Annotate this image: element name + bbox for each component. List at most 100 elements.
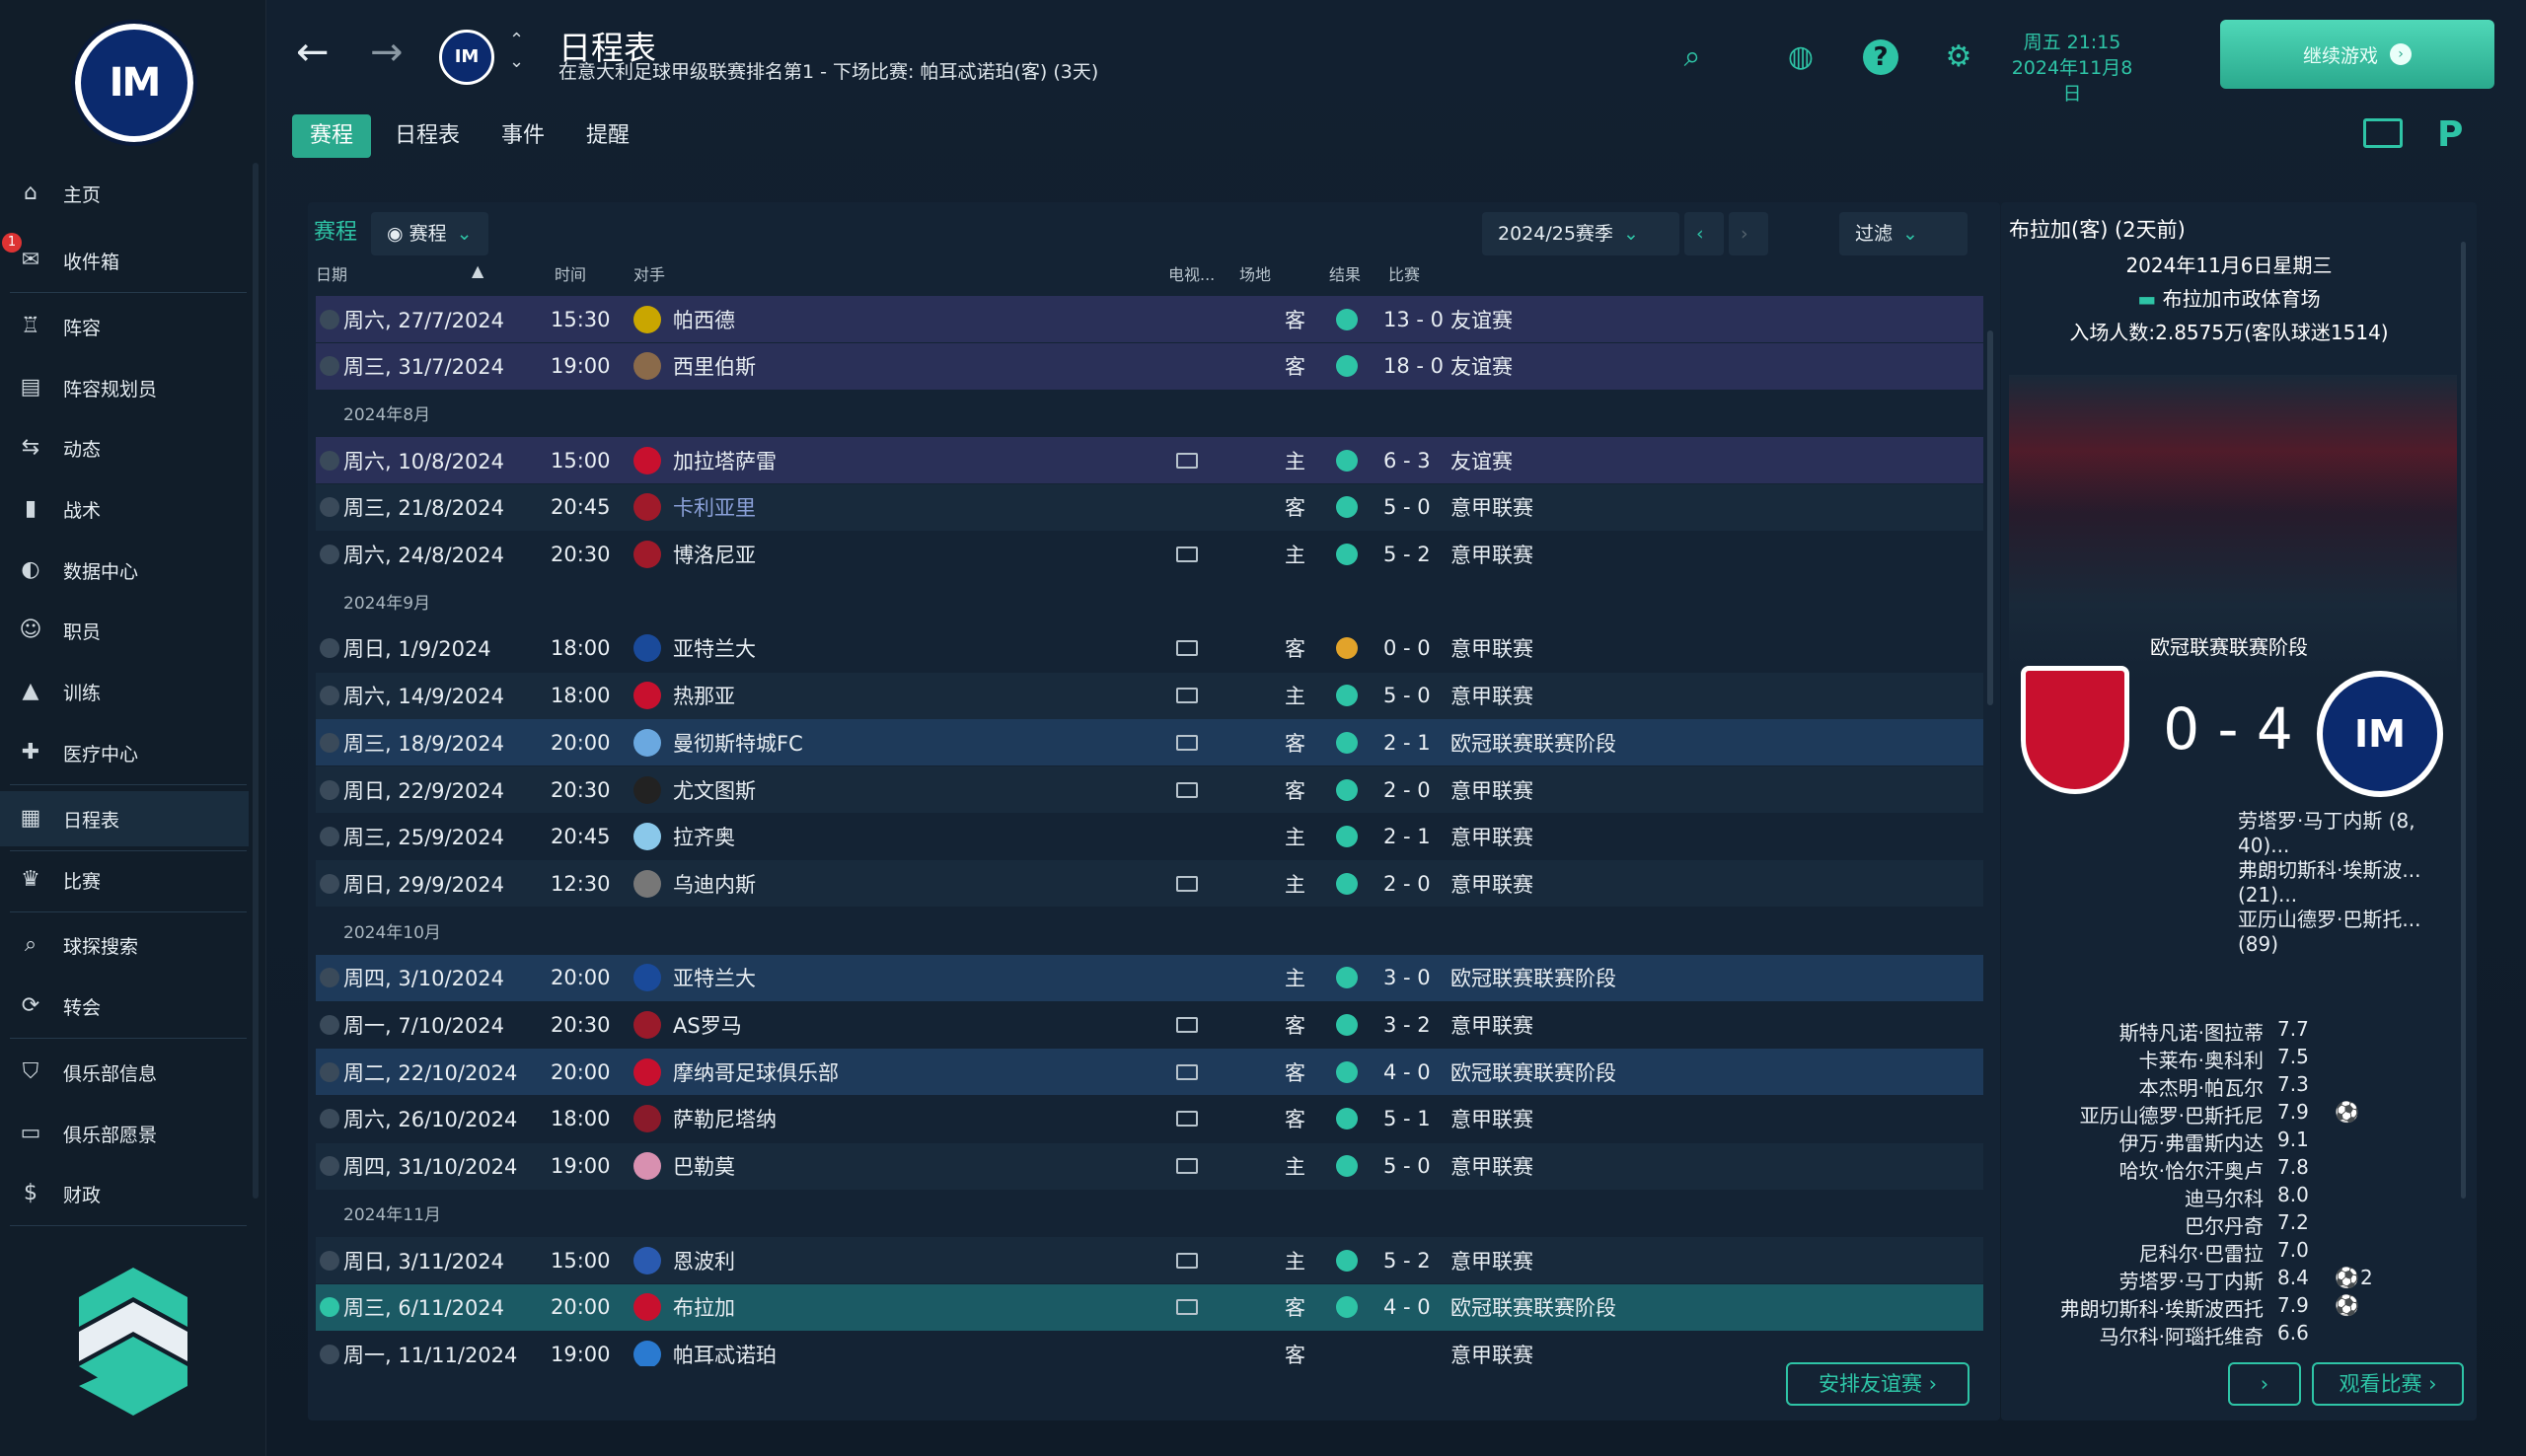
fixture-score[interactable]: 6 - 3 bbox=[1383, 449, 1431, 473]
help-icon[interactable]: ? bbox=[1863, 39, 1898, 75]
fixture-opponent[interactable]: 恩波利 bbox=[673, 1246, 735, 1275]
fixture-opponent[interactable]: 曼彻斯特城FC bbox=[673, 728, 803, 758]
braga-crest-icon[interactable] bbox=[2021, 666, 2129, 794]
sidebar-item-12[interactable]: ⌕ 球探搜索 bbox=[0, 917, 249, 973]
sidebar-item-15[interactable]: ▭ 俱乐部愿景 bbox=[0, 1106, 249, 1161]
arrange-friendly-button[interactable]: 安排友谊赛 › bbox=[1786, 1362, 1969, 1406]
rating-row[interactable]: 哈坎·恰尔汗奥卢 7.8 bbox=[2009, 1155, 2443, 1183]
fixture-competition[interactable]: 意甲联赛 bbox=[1450, 869, 1533, 899]
fixture-score[interactable]: 2 - 0 bbox=[1383, 778, 1431, 802]
fixture-row[interactable]: 周日, 3/11/2024 15:00 恩波利 主 5 - 2 意甲联赛 bbox=[316, 1237, 1983, 1283]
fixtures-scrollbar[interactable] bbox=[1987, 330, 1993, 705]
player-name[interactable]: 卡莱布·奥科利 bbox=[2139, 1045, 2264, 1073]
sidebar-item-8[interactable]: ▲ 训练 bbox=[0, 664, 249, 719]
player-name[interactable]: 哈坎·恰尔汗奥卢 bbox=[2119, 1155, 2264, 1184]
fixture-row[interactable]: 周六, 26/10/2024 18:00 萨勒尼塔纳 客 5 - 1 意甲联赛 bbox=[316, 1096, 1983, 1142]
fixture-competition[interactable]: 友谊赛 bbox=[1450, 305, 1513, 334]
fixture-opponent[interactable]: 萨勒尼塔纳 bbox=[673, 1104, 777, 1133]
prev-season-button[interactable]: ‹ bbox=[1684, 212, 1724, 255]
fixture-score[interactable]: 2 - 1 bbox=[1383, 825, 1431, 848]
fixture-opponent[interactable]: 巴勒莫 bbox=[673, 1151, 735, 1181]
col-venue[interactable]: 场地 bbox=[1239, 261, 1271, 285]
inter-crest-icon[interactable]: IM bbox=[2317, 671, 2443, 797]
sidebar-item-16[interactable]: $ 财政 bbox=[0, 1166, 249, 1221]
tab-3[interactable]: 提醒 bbox=[568, 114, 647, 158]
player-name[interactable]: 伊万·弗雷斯内达 bbox=[2119, 1128, 2264, 1156]
fixture-competition[interactable]: 意甲联赛 bbox=[1450, 775, 1533, 805]
fixture-competition[interactable]: 意甲联赛 bbox=[1450, 822, 1533, 851]
fixture-score[interactable]: 3 - 0 bbox=[1383, 966, 1431, 989]
fixture-competition[interactable]: 意甲联赛 bbox=[1450, 681, 1533, 710]
sidebar-item-11[interactable]: ♛ 比赛 bbox=[0, 852, 249, 908]
fixture-opponent[interactable]: 亚特兰大 bbox=[673, 633, 756, 663]
fixture-opponent[interactable]: 布拉加 bbox=[673, 1292, 735, 1322]
fixture-score[interactable]: 5 - 2 bbox=[1383, 543, 1431, 566]
player-name[interactable]: 斯特凡诺·图拉蒂 bbox=[2119, 1017, 2264, 1046]
fixture-competition[interactable]: 意甲联赛 bbox=[1450, 1246, 1533, 1275]
fixture-score[interactable]: 18 - 0 bbox=[1383, 354, 1444, 378]
club-crest-logo[interactable]: IM bbox=[71, 20, 197, 146]
sidebar-item-14[interactable]: ⛉ 俱乐部信息 bbox=[0, 1045, 249, 1100]
fixture-opponent[interactable]: 帕耳忒诺珀 bbox=[673, 1340, 777, 1366]
fixture-competition[interactable]: 友谊赛 bbox=[1450, 446, 1513, 475]
col-time[interactable]: 时间 bbox=[555, 261, 586, 285]
fixture-row[interactable]: 周一, 7/10/2024 20:30 AS罗马 客 3 - 2 意甲联赛 bbox=[316, 1002, 1983, 1049]
globe-icon[interactable]: ◍ bbox=[1781, 37, 1820, 77]
sidebar-scrollbar[interactable] bbox=[253, 163, 259, 1199]
fixture-row[interactable]: 周六, 10/8/2024 15:00 加拉塔萨雷 主 6 - 3 友谊赛 bbox=[316, 437, 1983, 484]
tab-0[interactable]: 赛程 bbox=[292, 114, 372, 158]
sidebar-item-7[interactable]: ☺ 职员 bbox=[0, 603, 249, 658]
player-name[interactable]: 巴尔丹奇 bbox=[2185, 1210, 2264, 1239]
fixture-score[interactable]: 4 - 0 bbox=[1383, 1060, 1431, 1084]
fixture-row[interactable]: 周三, 31/7/2024 19:00 西里伯斯 客 18 - 0 友谊赛 bbox=[316, 342, 1983, 390]
screen-icon[interactable] bbox=[2363, 118, 2403, 148]
forward-arrow-icon[interactable]: → bbox=[370, 30, 404, 75]
season-dropdown[interactable]: 2024/25赛季 ⌄ bbox=[1482, 212, 1679, 255]
fixture-row[interactable]: 周日, 22/9/2024 20:30 尤文图斯 客 2 - 0 意甲联赛 bbox=[316, 766, 1983, 813]
col-result[interactable]: 结果 bbox=[1329, 261, 1361, 285]
col-tv[interactable]: 电视... bbox=[1168, 261, 1215, 285]
fixture-competition[interactable]: 欧冠联赛联赛阶段 bbox=[1450, 1292, 1616, 1322]
fixture-score[interactable]: 0 - 0 bbox=[1383, 636, 1431, 660]
club-switcher-crest[interactable]: IM bbox=[439, 30, 494, 85]
fixture-row[interactable]: 周三, 21/8/2024 20:45 卡利亚里 客 5 - 0 意甲联赛 bbox=[316, 483, 1983, 531]
fixture-row[interactable]: 周四, 31/10/2024 19:00 巴勒莫 主 5 - 0 意甲联赛 bbox=[316, 1142, 1983, 1190]
sidebar-item-0[interactable]: ⌂ 主页 bbox=[0, 166, 249, 221]
fixture-score[interactable]: 3 - 2 bbox=[1383, 1013, 1431, 1037]
player-name[interactable]: 本杰明·帕瓦尔 bbox=[2139, 1072, 2264, 1101]
sidebar-item-10[interactable]: ▦ 日程表 bbox=[0, 791, 249, 846]
sidebar-item-5[interactable]: ▮ 战术 bbox=[0, 481, 249, 537]
col-opponent[interactable]: 对手 bbox=[633, 261, 665, 285]
sidebar-item-4[interactable]: ⇆ 动态 bbox=[0, 420, 249, 475]
sidebar-item-9[interactable]: ✚ 医疗中心 bbox=[0, 725, 249, 780]
rating-row[interactable]: 迪马尔科 8.0 bbox=[2009, 1183, 2443, 1210]
fixture-score[interactable]: 13 - 0 bbox=[1383, 308, 1444, 331]
fixture-opponent[interactable]: 加拉塔萨雷 bbox=[673, 446, 777, 475]
rating-row[interactable]: 马尔科·阿瑙托维奇 6.6 bbox=[2009, 1321, 2443, 1348]
tab-2[interactable]: 事件 bbox=[483, 114, 562, 158]
fixture-row[interactable]: 周日, 1/9/2024 18:00 亚特兰大 客 0 - 0 意甲联赛 bbox=[316, 625, 1983, 672]
next-match-button[interactable]: › bbox=[2228, 1362, 2301, 1406]
fixture-opponent[interactable]: 拉齐奥 bbox=[673, 822, 735, 851]
continue-button[interactable]: 继续游戏 › bbox=[2220, 20, 2494, 89]
rating-row[interactable]: 亚历山德罗·巴斯托尼 7.9 ⚽ bbox=[2009, 1100, 2443, 1128]
fixture-row[interactable]: 周三, 6/11/2024 20:00 布拉加 客 4 - 0 欧冠联赛联赛阶段 bbox=[316, 1283, 1983, 1331]
fixture-competition[interactable]: 欧冠联赛联赛阶段 bbox=[1450, 1057, 1616, 1087]
fixture-row[interactable]: 周六, 14/9/2024 18:00 热那亚 主 5 - 0 意甲联赛 bbox=[316, 672, 1983, 719]
fixture-score[interactable]: 5 - 0 bbox=[1383, 684, 1431, 707]
fixture-competition[interactable]: 欧冠联赛联赛阶段 bbox=[1450, 728, 1616, 758]
rating-row[interactable]: 伊万·弗雷斯内达 9.1 bbox=[2009, 1128, 2443, 1155]
fixture-competition[interactable]: 意甲联赛 bbox=[1450, 1104, 1533, 1133]
p-flag-icon[interactable]: P bbox=[2437, 114, 2463, 155]
fixture-row[interactable]: 周四, 3/10/2024 20:00 亚特兰大 主 3 - 0 欧冠联赛联赛阶… bbox=[316, 954, 1983, 1001]
fixture-score[interactable]: 5 - 2 bbox=[1383, 1249, 1431, 1273]
match-panel-scrollbar[interactable] bbox=[2461, 242, 2466, 1199]
col-competition[interactable]: 比赛 bbox=[1388, 261, 1420, 285]
rating-row[interactable]: 卡莱布·奥科利 7.5 bbox=[2009, 1045, 2443, 1072]
player-name[interactable]: 弗朗切斯科·埃斯波西托 bbox=[2060, 1293, 2264, 1322]
fixture-competition[interactable]: 意甲联赛 bbox=[1450, 540, 1533, 569]
rating-row[interactable]: 斯特凡诺·图拉蒂 7.7 bbox=[2009, 1017, 2443, 1045]
fixture-score[interactable]: 2 - 0 bbox=[1383, 872, 1431, 896]
club-switch-chevrons-icon[interactable]: ⌃ ⌄ bbox=[509, 30, 524, 73]
fixture-competition[interactable]: 意甲联赛 bbox=[1450, 633, 1533, 663]
